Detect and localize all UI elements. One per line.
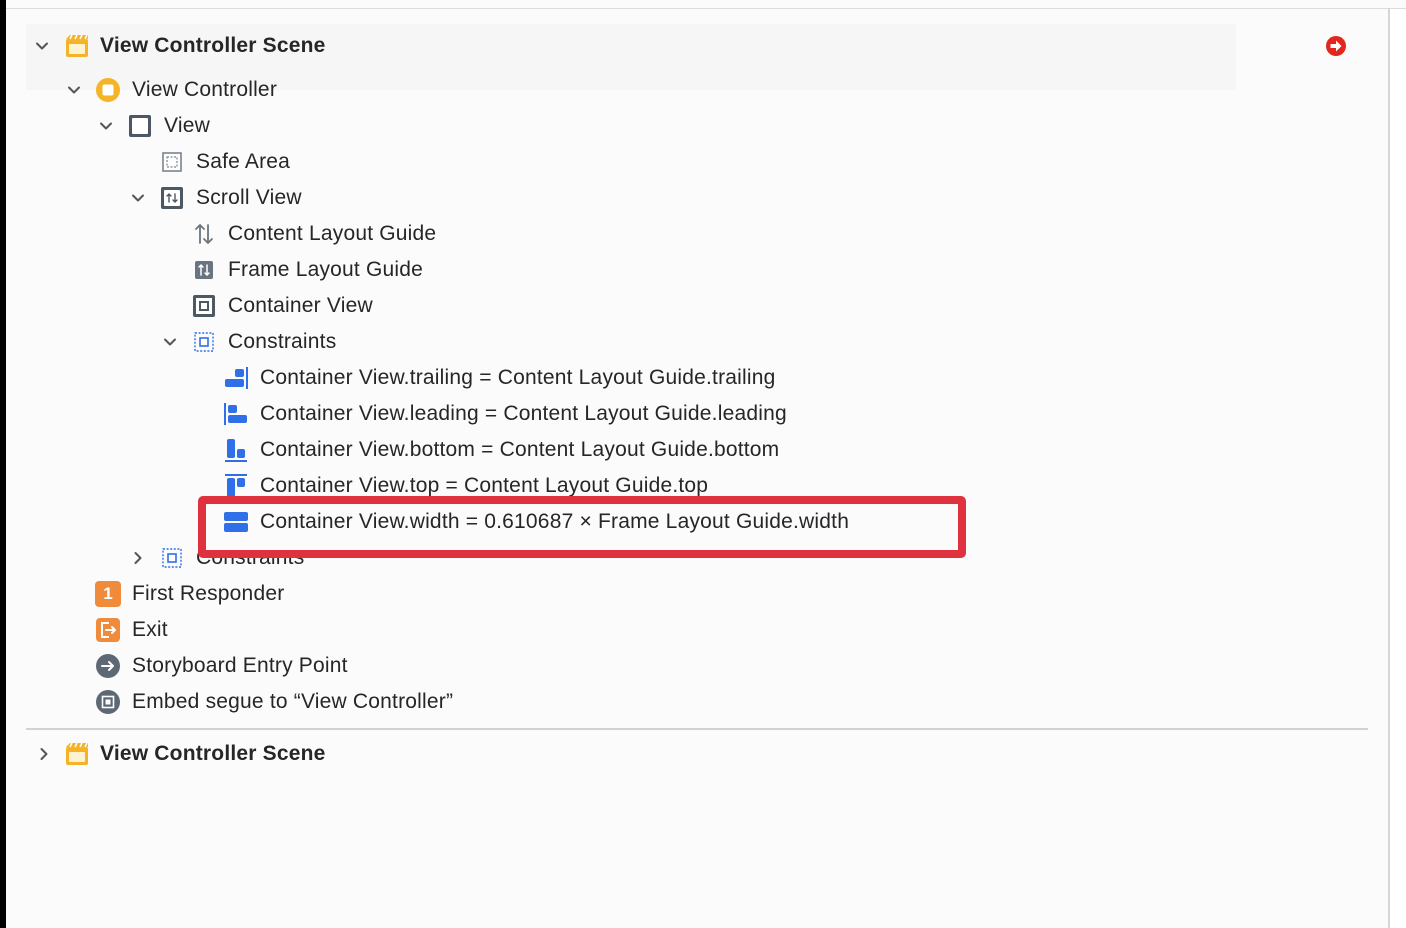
scene-row[interactable]: View Controller Scene: [30, 736, 1330, 772]
outline-label: Exit: [132, 618, 168, 641]
constraint-row[interactable]: Container View.bottom = Content Layout G…: [190, 432, 890, 468]
scene-icon: [64, 741, 90, 767]
outline-label: Scroll View: [196, 186, 302, 209]
chevron-down-icon[interactable]: [32, 36, 52, 56]
outline-item-constraints[interactable]: Constraints: [158, 324, 758, 360]
chevron-down-icon[interactable]: [160, 332, 180, 352]
window-edge: [0, 0, 6, 928]
outline-label: Embed segue to “View Controller”: [132, 690, 454, 713]
scene-title: View Controller Scene: [100, 34, 326, 57]
constraint-label: Container View.leading = Content Layout …: [260, 402, 787, 425]
outline-label: Container View: [228, 294, 373, 317]
outline-item-safe-area[interactable]: Safe Area: [126, 144, 726, 180]
chevron-right-icon[interactable]: [128, 548, 148, 568]
error-arrow-icon[interactable]: [1325, 35, 1347, 57]
exit-icon: [95, 617, 121, 643]
chevron-down-icon[interactable]: [96, 116, 116, 136]
first-responder-badge: 1: [95, 581, 121, 607]
outline-label: Content Layout Guide: [228, 222, 437, 245]
segue-icon: [95, 689, 121, 715]
outline-label: View Controller: [132, 78, 278, 101]
outline-label: First Responder: [132, 582, 285, 605]
constraint-label: Container View.trailing = Content Layout…: [260, 366, 776, 389]
safe-area-icon: [159, 149, 185, 175]
outline-item-exit[interactable]: Exit: [62, 612, 662, 648]
entry-point-arrow-icon: [95, 653, 121, 679]
view-controller-icon: [95, 77, 121, 103]
scene-row[interactable]: View Controller Scene: [30, 28, 1330, 64]
frame-layout-guide-icon: [191, 257, 217, 283]
container-view-icon: [191, 293, 217, 319]
bottom-constraint-icon: [223, 437, 249, 463]
chevron-down-icon[interactable]: [64, 80, 84, 100]
outline-item-view-controller[interactable]: View Controller: [62, 72, 662, 108]
outline-item-container-view[interactable]: Container View: [158, 288, 758, 324]
top-divider: [6, 8, 1406, 9]
chevron-down-icon[interactable]: [128, 188, 148, 208]
outline-label: Frame Layout Guide: [228, 258, 424, 281]
outline-item-first-responder[interactable]: 1 First Responder: [62, 576, 662, 612]
outline-item-entry-point[interactable]: Storyboard Entry Point: [62, 648, 662, 684]
constraint-row[interactable]: Container View.trailing = Content Layout…: [190, 360, 890, 396]
leading-constraint-icon: [223, 401, 249, 427]
outline-label: Safe Area: [196, 150, 291, 173]
scene-icon: [64, 33, 90, 59]
first-responder-icon: 1: [95, 581, 121, 607]
outline-item-scroll-view[interactable]: Scroll View: [126, 180, 726, 216]
constraints-icon: [191, 329, 217, 355]
outline-label: Constraints: [228, 330, 337, 353]
constraints-icon: [159, 545, 185, 571]
trailing-constraint-icon: [223, 365, 249, 391]
outline-item-content-layout-guide[interactable]: Content Layout Guide: [158, 216, 758, 252]
adjacent-pane: [1390, 9, 1406, 928]
outline-label: Storyboard Entry Point: [132, 654, 348, 677]
constraint-label: Container View.bottom = Content Layout G…: [260, 438, 780, 461]
outline-item-frame-layout-guide[interactable]: Frame Layout Guide: [158, 252, 758, 288]
outline-item-view[interactable]: View: [94, 108, 694, 144]
constraint-row[interactable]: Container View.leading = Content Layout …: [190, 396, 890, 432]
annotation-highlight-box: [198, 496, 966, 558]
chevron-right-icon[interactable]: [34, 744, 54, 764]
outline-item-embed-segue[interactable]: Embed segue to “View Controller”: [62, 684, 662, 720]
scene-divider: [26, 728, 1368, 730]
scroll-view-icon: [159, 185, 185, 211]
outline-label: View: [164, 114, 210, 137]
scene-title: View Controller Scene: [100, 742, 326, 765]
content-layout-guide-icon: [191, 221, 217, 247]
view-icon: [127, 113, 153, 139]
